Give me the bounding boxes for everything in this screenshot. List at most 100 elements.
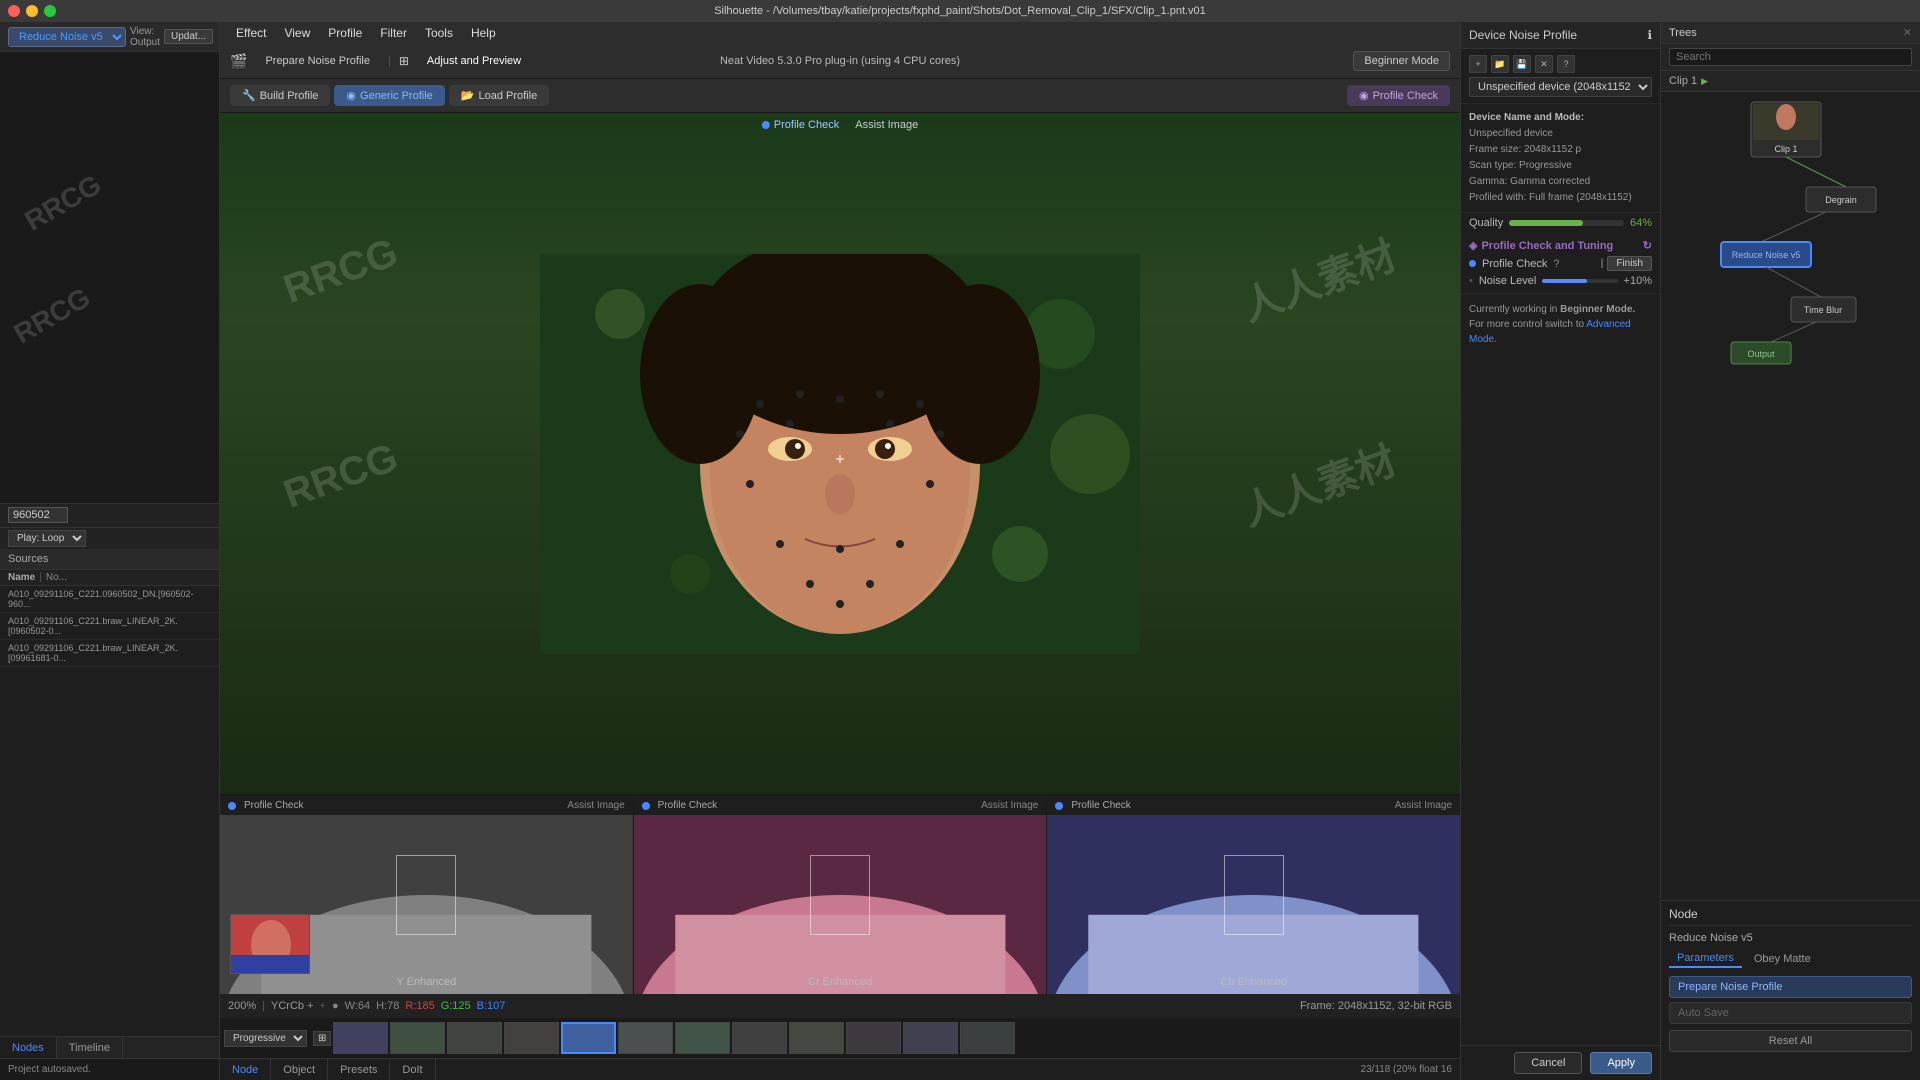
profile-check-row: Profile Check ? | Finish xyxy=(1469,256,1652,271)
noise-level-slider[interactable] xyxy=(1542,279,1617,283)
sep-zoom: | xyxy=(262,1000,265,1012)
filmstrip-thumb-9[interactable] xyxy=(789,1022,844,1054)
profile-check-btn[interactable]: ◉ Profile Check xyxy=(1347,85,1450,106)
zoom-level: 200% xyxy=(228,1000,256,1012)
filmstrip-thumb-4[interactable] xyxy=(504,1022,559,1054)
scan-type-value: Progressive xyxy=(1519,160,1572,171)
doit-tab[interactable]: DoIt xyxy=(390,1059,435,1080)
prepare-noise-btn-node[interactable]: Prepare Noise Profile xyxy=(1669,976,1912,998)
node-tab[interactable]: Node xyxy=(220,1059,271,1080)
object-tab[interactable]: Object xyxy=(271,1059,328,1080)
menu-help[interactable]: Help xyxy=(463,24,504,42)
device-name-value: Unspecified device xyxy=(1469,128,1553,139)
pc-help-icon[interactable]: ? xyxy=(1553,258,1559,270)
filmstrip-thumb-3[interactable] xyxy=(447,1022,502,1054)
nodes-tab[interactable]: Nodes xyxy=(0,1037,57,1058)
node-graph-svg: Clip 1 Degrain Reduce Noise v5 Time Blur xyxy=(1661,92,1901,372)
quality-bar xyxy=(1509,220,1624,226)
dp-save-btn[interactable]: 💾 xyxy=(1513,55,1531,73)
sources-extra-col: No... xyxy=(46,572,67,583)
plugin-icon: 🎬 xyxy=(230,53,247,70)
progressive-select[interactable]: Progressive xyxy=(224,1030,307,1047)
plugin-toolbar: 🎬 Prepare Noise Profile | ⊞ Adjust and P… xyxy=(220,44,1460,79)
noise-level-row: • Noise Level +10% xyxy=(1469,275,1652,287)
blue-dot xyxy=(762,121,770,129)
section-refresh-icon[interactable]: ↻ xyxy=(1643,239,1652,252)
color-dot: ● xyxy=(332,1000,339,1012)
load-profile-btn[interactable]: 📂 Load Profile xyxy=(449,85,549,106)
update-button[interactable]: Updat... xyxy=(164,29,213,44)
presets-tab[interactable]: Presets xyxy=(328,1059,390,1080)
timecode-input[interactable] xyxy=(8,507,68,523)
sidebar-top-toolbar: Reduce Noise v5 View: Output Updat... xyxy=(0,22,219,52)
reset-all-btn[interactable]: Reset All xyxy=(1669,1030,1912,1052)
device-dropdown[interactable]: Unspecified device (2048x1152p) * xyxy=(1469,77,1652,97)
fullscreen-button[interactable] xyxy=(44,5,56,17)
filmstrip-thumb-11[interactable] xyxy=(903,1022,958,1054)
parameters-tab[interactable]: Parameters xyxy=(1669,950,1742,968)
window-title: Silhouette - /Volumes/tbay/katie/project… xyxy=(714,5,1206,17)
node-name: Reduce Noise v5 xyxy=(1669,932,1912,944)
filmstrip-thumb-8[interactable] xyxy=(732,1022,787,1054)
dp-open-btn[interactable]: 📁 xyxy=(1491,55,1509,73)
dp-info-btn[interactable]: ? xyxy=(1557,55,1575,73)
filmstrip-control-1[interactable]: ⊞ xyxy=(313,1031,331,1046)
finish-btn[interactable]: Finish xyxy=(1607,256,1652,271)
sources-toolbar: Name | No... xyxy=(0,570,219,586)
trees-close[interactable]: ✕ xyxy=(1903,26,1912,39)
dp-new-btn[interactable]: + xyxy=(1469,55,1487,73)
apply-btn[interactable]: Apply xyxy=(1590,1052,1652,1074)
nl-value: +10% xyxy=(1624,275,1652,287)
filmstrip-thumb-2[interactable] xyxy=(390,1022,445,1054)
filmstrip-thumb-6[interactable] xyxy=(618,1022,673,1054)
dp-help-icon[interactable]: ℹ xyxy=(1647,28,1652,42)
reduce-noise-selector[interactable]: Reduce Noise v5 xyxy=(8,27,126,47)
y-enhanced-label: Y Enhanced xyxy=(396,976,456,988)
quality-pct: 64% xyxy=(1630,217,1652,229)
filmstrip-thumb-7[interactable] xyxy=(675,1022,730,1054)
device-profile-panel: Device Noise Profile ℹ + 📁 💾 ✕ ? Unspeci… xyxy=(1460,22,1660,1080)
traffic-lights[interactable] xyxy=(8,5,56,17)
adjust-icon: ⊞ xyxy=(399,54,409,68)
gamma-value: Gamma corrected xyxy=(1510,176,1590,187)
filmstrip-thumb-10[interactable] xyxy=(846,1022,901,1054)
device-profile-title: Device Noise Profile xyxy=(1469,28,1577,42)
prepare-noise-btn[interactable]: Prepare Noise Profile xyxy=(255,52,380,70)
cb-strip-header: Profile Check Assist Image xyxy=(1047,796,1460,815)
footage-item[interactable]: A010_09291106_C221.braw_LINEAR_2K.[09961… xyxy=(0,640,219,667)
sources-label: Sources xyxy=(8,553,48,565)
generic-profile-btn[interactable]: ◉ Generic Profile xyxy=(334,85,444,106)
svg-text:Clip 1: Clip 1 xyxy=(1774,144,1797,154)
cr-channel-panel: Profile Check Assist Image Cr Enhanced xyxy=(634,796,1048,994)
menu-profile[interactable]: Profile xyxy=(320,24,370,42)
play-mode-select[interactable]: Play: Loop xyxy=(8,530,86,547)
close-button[interactable] xyxy=(8,5,20,17)
y-channel-panel: Profile Check Assist Image Y Enhanced xyxy=(220,796,634,994)
cb-enhanced-label: Cb Enhanced xyxy=(1220,976,1287,988)
cancel-btn[interactable]: Cancel xyxy=(1514,1052,1582,1074)
menu-view[interactable]: View xyxy=(276,24,318,42)
timeline-tab[interactable]: Timeline xyxy=(57,1037,123,1058)
build-profile-btn[interactable]: 🔧 Build Profile xyxy=(230,85,330,106)
node-panel-header: Node xyxy=(1669,907,1912,926)
status-bar: Project autosaved. xyxy=(0,1058,219,1080)
filmstrip-thumb-1[interactable] xyxy=(333,1022,388,1054)
watermark-rrcg: RRCG xyxy=(19,169,106,238)
play-controls: Play: Loop xyxy=(0,527,219,549)
dp-delete-btn[interactable]: ✕ xyxy=(1535,55,1553,73)
footage-item[interactable]: A010_09291106_C221.braw_LINEAR_2K.[09605… xyxy=(0,613,219,640)
beginner-mode-btn[interactable]: Beginner Mode xyxy=(1353,51,1450,71)
search-input[interactable] xyxy=(1669,48,1912,66)
menu-tools[interactable]: Tools xyxy=(417,24,461,42)
menu-filter[interactable]: Filter xyxy=(372,24,415,42)
menu-effect[interactable]: Effect xyxy=(228,24,274,42)
adjust-preview-btn[interactable]: Adjust and Preview xyxy=(417,52,531,70)
filmstrip-thumb-5[interactable] xyxy=(561,1022,616,1054)
filmstrip-thumb-12[interactable] xyxy=(960,1022,1015,1054)
main-viewer: Profile Check Assist Image RRCG 人人素材 RRC… xyxy=(220,113,1460,794)
minimize-button[interactable] xyxy=(26,5,38,17)
auto-save-btn[interactable]: Auto Save xyxy=(1669,1002,1912,1024)
footage-item[interactable]: A010_09291106_C221.0960502_DN.[960502-96… xyxy=(0,586,219,613)
svg-text:Reduce Noise v5: Reduce Noise v5 xyxy=(1732,250,1801,260)
obey-matte-tab[interactable]: Obey Matte xyxy=(1746,950,1819,968)
